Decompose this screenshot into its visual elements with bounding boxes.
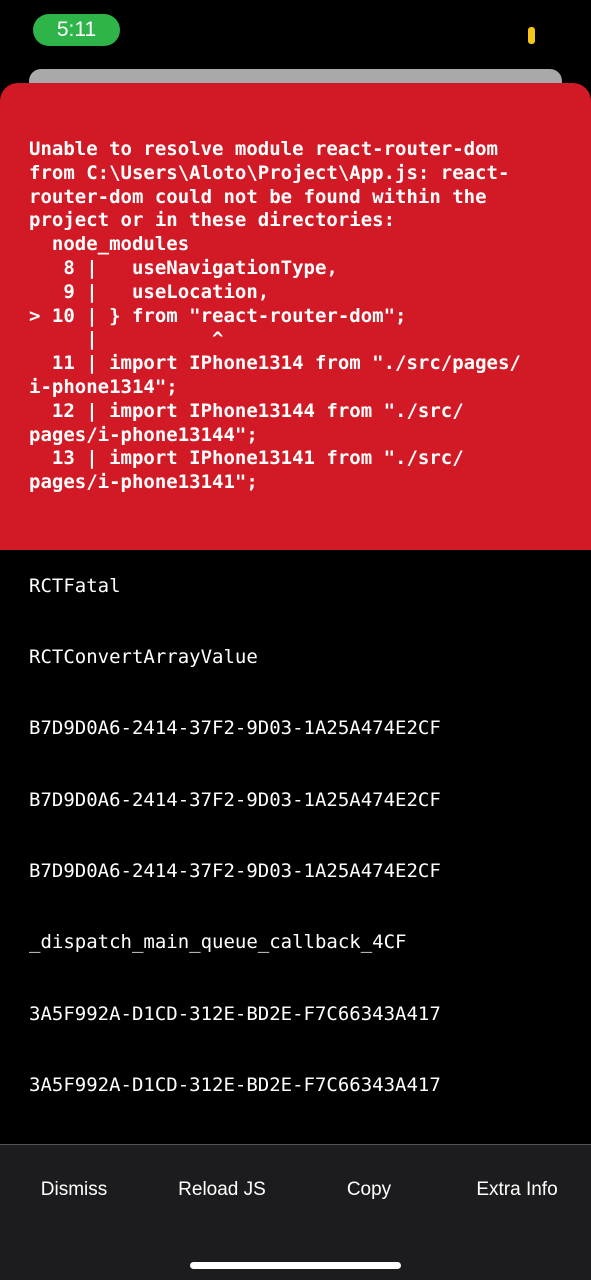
- extra-info-button[interactable]: Extra Info: [443, 1175, 591, 1205]
- dismiss-button[interactable]: Dismiss: [0, 1175, 148, 1205]
- stack-frame[interactable]: 3A5F992A-D1CD-312E-BD2E-F7C66343A417: [29, 1002, 441, 1026]
- stack-frame[interactable]: RCTConvertArrayValue: [29, 645, 258, 669]
- battery-icon: [528, 27, 535, 44]
- stack-frame[interactable]: B7D9D0A6-2414-37F2-9D03-1A25A474E2CF: [29, 716, 441, 740]
- copy-button[interactable]: Copy: [295, 1175, 443, 1205]
- reload-js-button[interactable]: Reload JS: [148, 1175, 296, 1205]
- status-time: 5:11: [33, 14, 120, 46]
- stack-frame[interactable]: 3A5F992A-D1CD-312E-BD2E-F7C66343A417: [29, 1073, 441, 1097]
- stack-frame[interactable]: _dispatch_main_queue_callback_4CF: [29, 930, 407, 954]
- stack-frame[interactable]: RCTFatal: [29, 574, 121, 598]
- stack-trace-list[interactable]: [0, 550, 591, 1144]
- status-bar: 5:11: [0, 0, 591, 60]
- redbox-toolbar: Dismiss Reload JS Copy Extra Info: [0, 1145, 591, 1280]
- stack-frame[interactable]: B7D9D0A6-2414-37F2-9D03-1A25A474E2CF: [29, 859, 441, 883]
- stack-frame[interactable]: B7D9D0A6-2414-37F2-9D03-1A25A474E2CF: [29, 788, 441, 812]
- error-message: Unable to resolve module react-router-do…: [29, 138, 521, 494]
- home-indicator[interactable]: [190, 1262, 401, 1269]
